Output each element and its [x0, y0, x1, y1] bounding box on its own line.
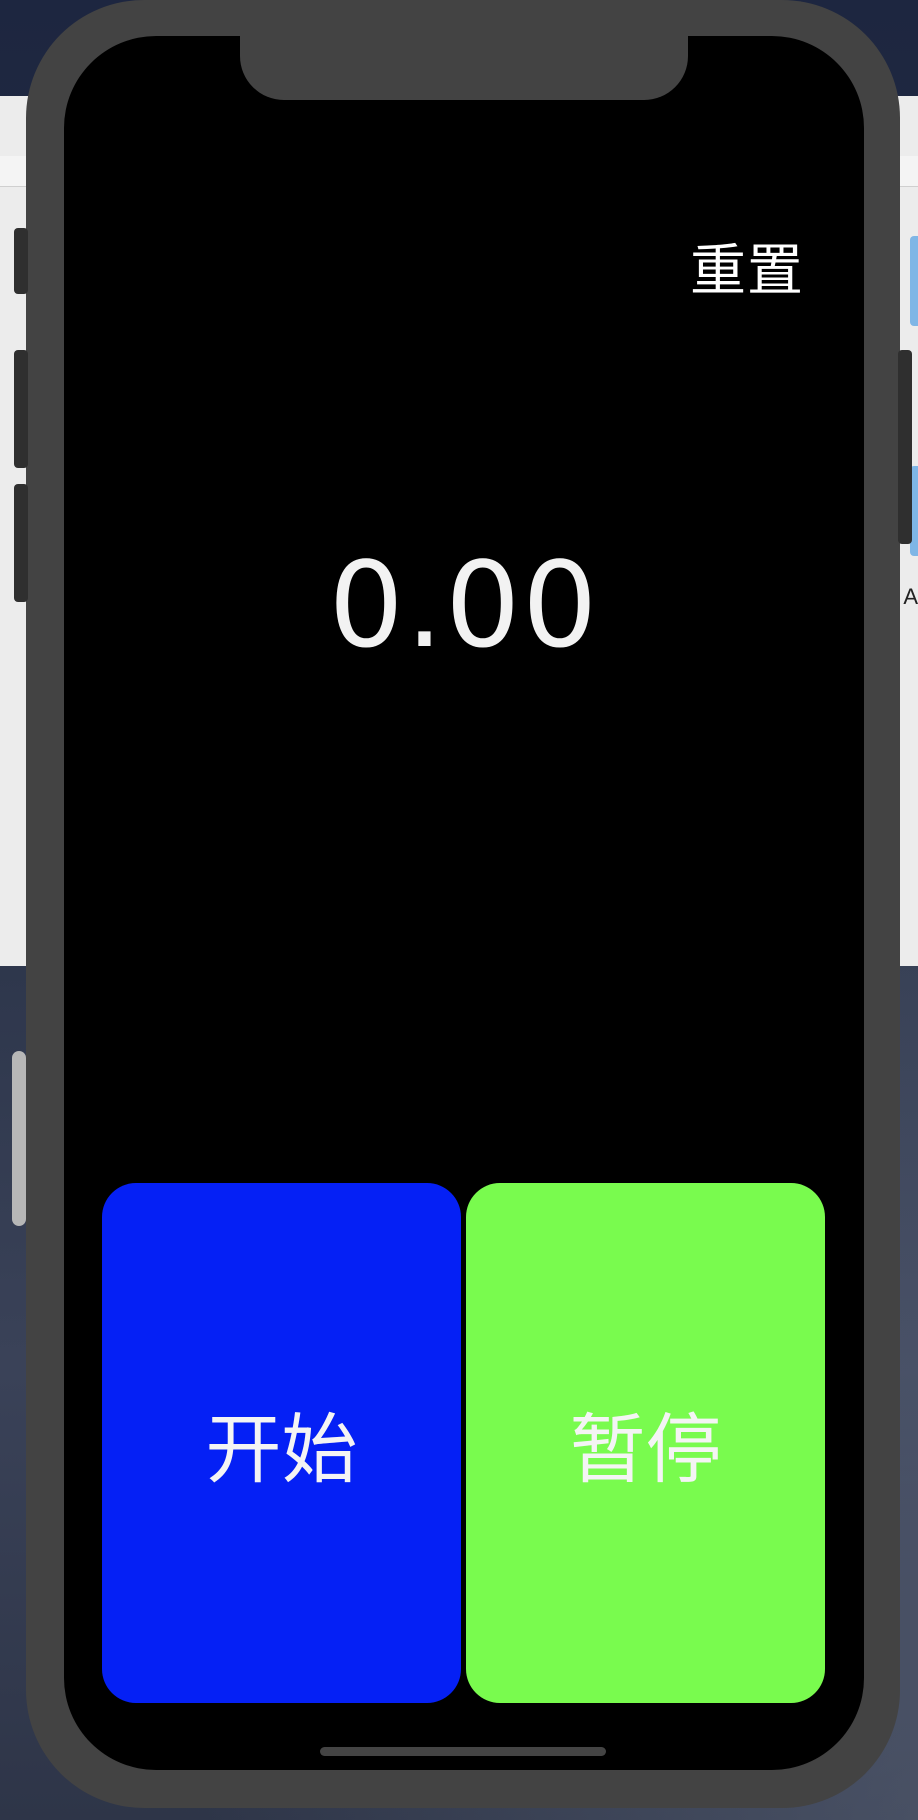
pause-button[interactable]: 暂停 [466, 1183, 825, 1703]
app-screen: 重置 0.00 开始 暂停 [64, 36, 864, 1770]
volume-down-button [14, 484, 28, 602]
elapsed-time-display: 0.00 [328, 536, 600, 674]
background-scrollbar [12, 1051, 26, 1226]
power-button [898, 350, 912, 544]
pause-button-label: 暂停 [569, 1405, 722, 1494]
reset-button[interactable]: 重置 [690, 226, 804, 307]
device-frame: 重置 0.00 开始 暂停 [14, 0, 912, 1808]
background-text: A [903, 584, 918, 609]
mute-switch [14, 228, 28, 294]
start-button-label: 开始 [205, 1405, 358, 1494]
background-panel-tab [910, 236, 918, 326]
home-indicator[interactable] [320, 1747, 606, 1756]
start-button[interactable]: 开始 [102, 1183, 461, 1703]
volume-up-button [14, 350, 28, 468]
device-notch [240, 36, 688, 100]
